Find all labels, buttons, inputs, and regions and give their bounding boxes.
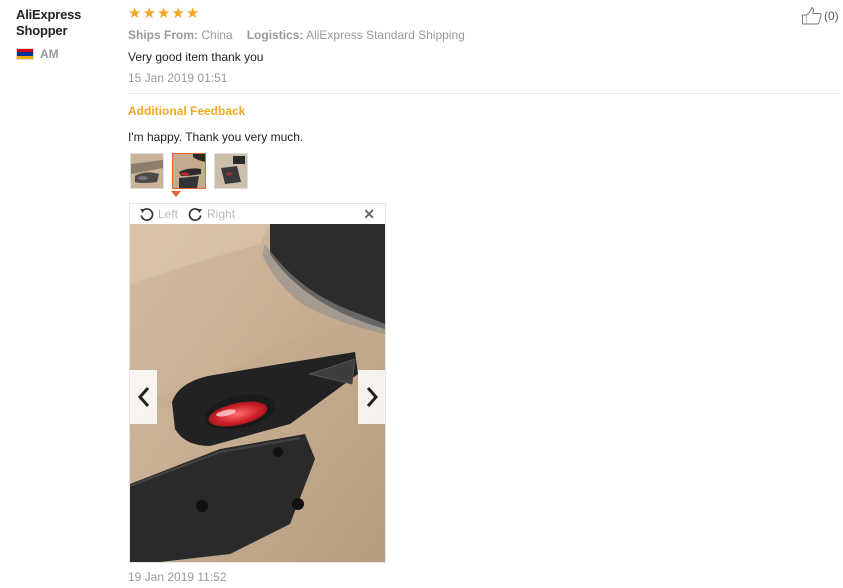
helpful-button[interactable]: (0) bbox=[801, 7, 839, 25]
armenia-flag-icon bbox=[16, 48, 34, 60]
star-icon: ★ bbox=[171, 5, 185, 22]
review-date: 15 Jan 2019 01:51 bbox=[128, 71, 228, 85]
chevron-right-icon bbox=[366, 387, 378, 407]
additional-feedback-date: 19 Jan 2019 11:52 bbox=[128, 570, 227, 584]
star-icon: ★ bbox=[185, 5, 200, 22]
rotate-left-icon bbox=[139, 207, 154, 221]
additional-feedback-title: Additional Feedback bbox=[128, 104, 246, 118]
star-icon: ★ bbox=[142, 5, 156, 22]
photo-viewer: Left Right ✕ bbox=[129, 203, 386, 563]
star-rating: ★ ★ ★ ★ ★ bbox=[128, 6, 199, 22]
rotate-right-label: Right bbox=[207, 207, 236, 221]
reviewer-country: AM bbox=[16, 47, 59, 61]
photo-thumbnail-2[interactable] bbox=[172, 153, 206, 189]
reviewer-name: AliExpress Shopper bbox=[16, 7, 82, 38]
viewer-toolbar: Left Right ✕ bbox=[130, 204, 385, 224]
star-icon: ★ bbox=[156, 5, 171, 22]
next-photo-button[interactable] bbox=[358, 370, 385, 424]
country-code: AM bbox=[40, 47, 59, 61]
thumbs-up-icon bbox=[802, 7, 822, 25]
selected-thumbnail-pointer bbox=[171, 191, 181, 197]
review-photo bbox=[130, 224, 385, 562]
helpful-count: (0) bbox=[824, 9, 839, 23]
photo-thumbnails bbox=[130, 153, 248, 189]
logistics-value: AliExpress Standard Shipping bbox=[306, 28, 465, 42]
rotate-left-button[interactable]: Left bbox=[139, 207, 178, 222]
previous-photo-button[interactable] bbox=[130, 370, 157, 424]
close-icon[interactable]: ✕ bbox=[363, 206, 375, 223]
rotate-left-label: Left bbox=[158, 207, 179, 221]
review-text: Very good item thank you bbox=[128, 50, 264, 64]
rotate-right-icon bbox=[188, 207, 203, 221]
shipping-info: Ships From: China Logistics: AliExpress S… bbox=[128, 28, 465, 42]
logistics-label: Logistics: bbox=[246, 28, 304, 42]
ships-from-label: Ships From: bbox=[128, 28, 199, 42]
chevron-left-icon bbox=[137, 387, 149, 407]
rotate-right-button[interactable]: Right bbox=[188, 207, 235, 222]
divider bbox=[128, 93, 840, 94]
additional-feedback-text: I'm happy. Thank you very much. bbox=[128, 130, 304, 144]
photo-thumbnail-3[interactable] bbox=[214, 153, 248, 189]
star-icon: ★ bbox=[128, 5, 142, 22]
photo-thumbnail-1[interactable] bbox=[130, 153, 164, 189]
ships-from-value: China bbox=[201, 28, 233, 42]
